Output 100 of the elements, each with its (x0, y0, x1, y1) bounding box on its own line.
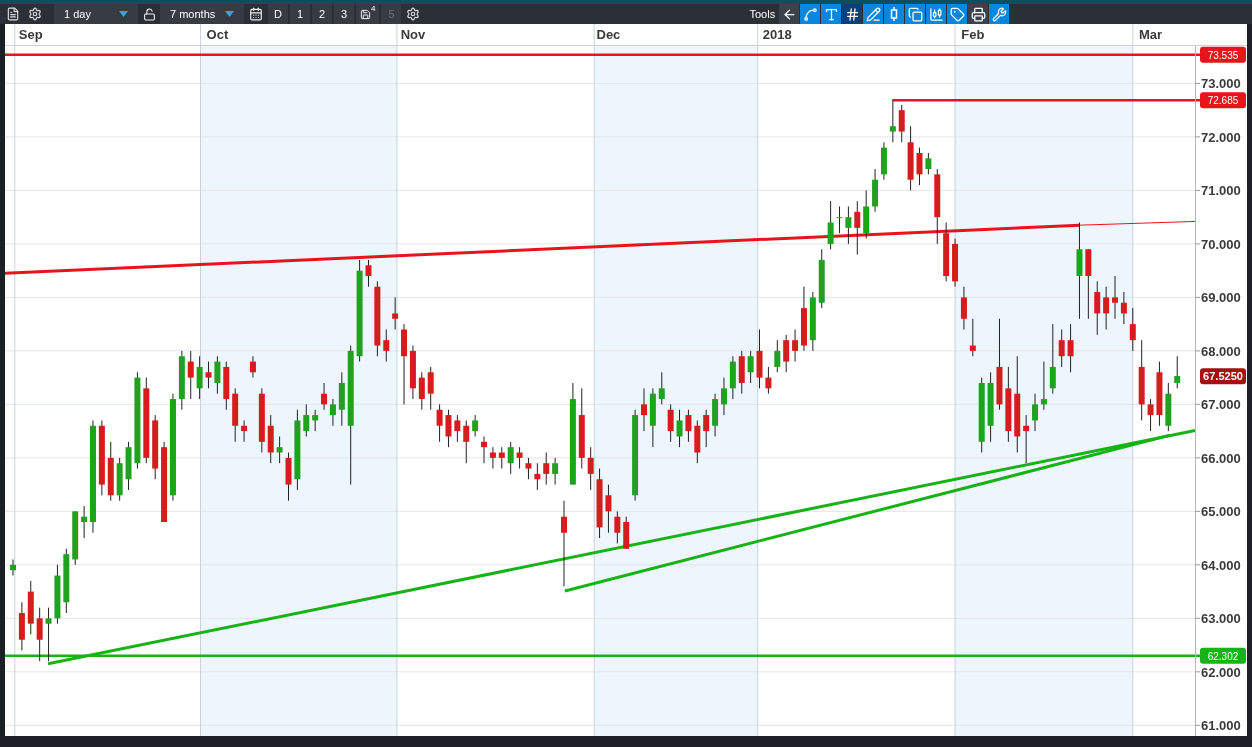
candle (1120, 291, 1127, 325)
candle (827, 200, 834, 250)
candle (694, 419, 701, 464)
settings-icon (406, 7, 421, 21)
candle (267, 414, 274, 464)
candle (472, 414, 479, 437)
candle (605, 484, 612, 534)
tool-button[interactable] (905, 4, 926, 24)
tool-button[interactable] (884, 4, 905, 24)
candle (27, 580, 34, 635)
candle (552, 457, 559, 486)
month-label: Feb (961, 27, 985, 42)
candle (925, 152, 932, 175)
axis-label: 62.000 (1201, 664, 1241, 680)
tool-button[interactable] (842, 4, 863, 24)
tag-icon (949, 6, 965, 22)
month-label: Nov (400, 27, 426, 42)
candle (303, 403, 310, 437)
candle (152, 414, 159, 480)
candle (481, 435, 487, 464)
candle (1023, 414, 1030, 464)
axis-label: 70.000 (1201, 236, 1241, 252)
candle (836, 205, 843, 234)
candle (667, 403, 674, 443)
axis-label: 68.000 (1201, 343, 1241, 359)
candle (783, 334, 790, 373)
period-button[interactable]: 2 (312, 4, 332, 24)
axis-label: 72.000 (1201, 129, 1241, 145)
caret-icon (119, 11, 128, 17)
candle (454, 414, 461, 443)
candle (116, 457, 123, 502)
candle (774, 339, 781, 373)
candle (641, 387, 647, 432)
candle (54, 564, 61, 625)
price-badge: 72.685 (1200, 92, 1246, 109)
candlestick-icon (928, 6, 944, 22)
axis-label: 73.000 (1201, 76, 1241, 92)
tool-button[interactable] (779, 4, 800, 24)
candle (676, 409, 683, 448)
month-label: Mar (1139, 27, 1163, 42)
candle (338, 371, 345, 427)
period-button[interactable]: 4 (356, 4, 380, 24)
price-badge: 62.302 (1200, 647, 1246, 664)
tool-button[interactable] (821, 4, 842, 24)
candle (463, 419, 470, 464)
candle (658, 371, 665, 405)
candle (312, 409, 319, 432)
axis-label: 63.000 (1201, 611, 1241, 627)
range-dropdown[interactable]: 7 months (160, 4, 244, 24)
candle (907, 125, 914, 191)
pencil-icon (865, 6, 881, 22)
tool-button[interactable] (800, 4, 821, 24)
axis-label: 67.000 (1201, 397, 1241, 413)
tool-button[interactable] (926, 4, 947, 24)
candle (863, 189, 870, 240)
candle (196, 355, 203, 400)
windows-icon (907, 6, 923, 22)
candle (916, 147, 923, 186)
candle (81, 505, 88, 539)
price-badge: 67.5250 (1200, 368, 1246, 385)
printer-icon (970, 6, 986, 22)
candle (1103, 286, 1110, 330)
candle (63, 548, 70, 614)
tool-button[interactable] (968, 4, 989, 24)
candle (427, 366, 434, 411)
month-label: Sep (18, 27, 43, 42)
candle (1156, 361, 1163, 427)
candle (498, 446, 505, 470)
period-button[interactable]: D (268, 4, 288, 24)
candle (418, 371, 425, 411)
tool-button[interactable] (863, 4, 884, 24)
candle (392, 296, 399, 330)
candle (36, 607, 43, 662)
candle-icon (889, 7, 900, 21)
candle (205, 361, 212, 389)
candle (445, 409, 452, 448)
tool-button[interactable] (989, 4, 1010, 24)
settings-icon (28, 7, 42, 21)
candle (543, 452, 550, 486)
candle (72, 510, 79, 566)
period-button[interactable]: 1 (290, 4, 310, 24)
candle (383, 329, 390, 363)
text-icon (823, 6, 839, 22)
axis-label: 66.000 (1201, 450, 1241, 466)
candle (436, 403, 443, 443)
axis-label: 61.000 (1201, 718, 1241, 734)
axis-label: 71.000 (1201, 183, 1241, 199)
candle (10, 559, 16, 577)
tool-button[interactable] (947, 4, 968, 24)
candle (1174, 355, 1181, 389)
candle (1129, 307, 1136, 352)
interval-dropdown[interactable]: 1 day (54, 4, 138, 24)
candle (738, 350, 745, 395)
candle (107, 441, 114, 502)
candle (276, 435, 283, 464)
period-button[interactable]: 3 (334, 4, 354, 24)
candle (703, 409, 710, 448)
candle (45, 607, 52, 662)
candle (721, 377, 727, 416)
candle (516, 446, 523, 470)
